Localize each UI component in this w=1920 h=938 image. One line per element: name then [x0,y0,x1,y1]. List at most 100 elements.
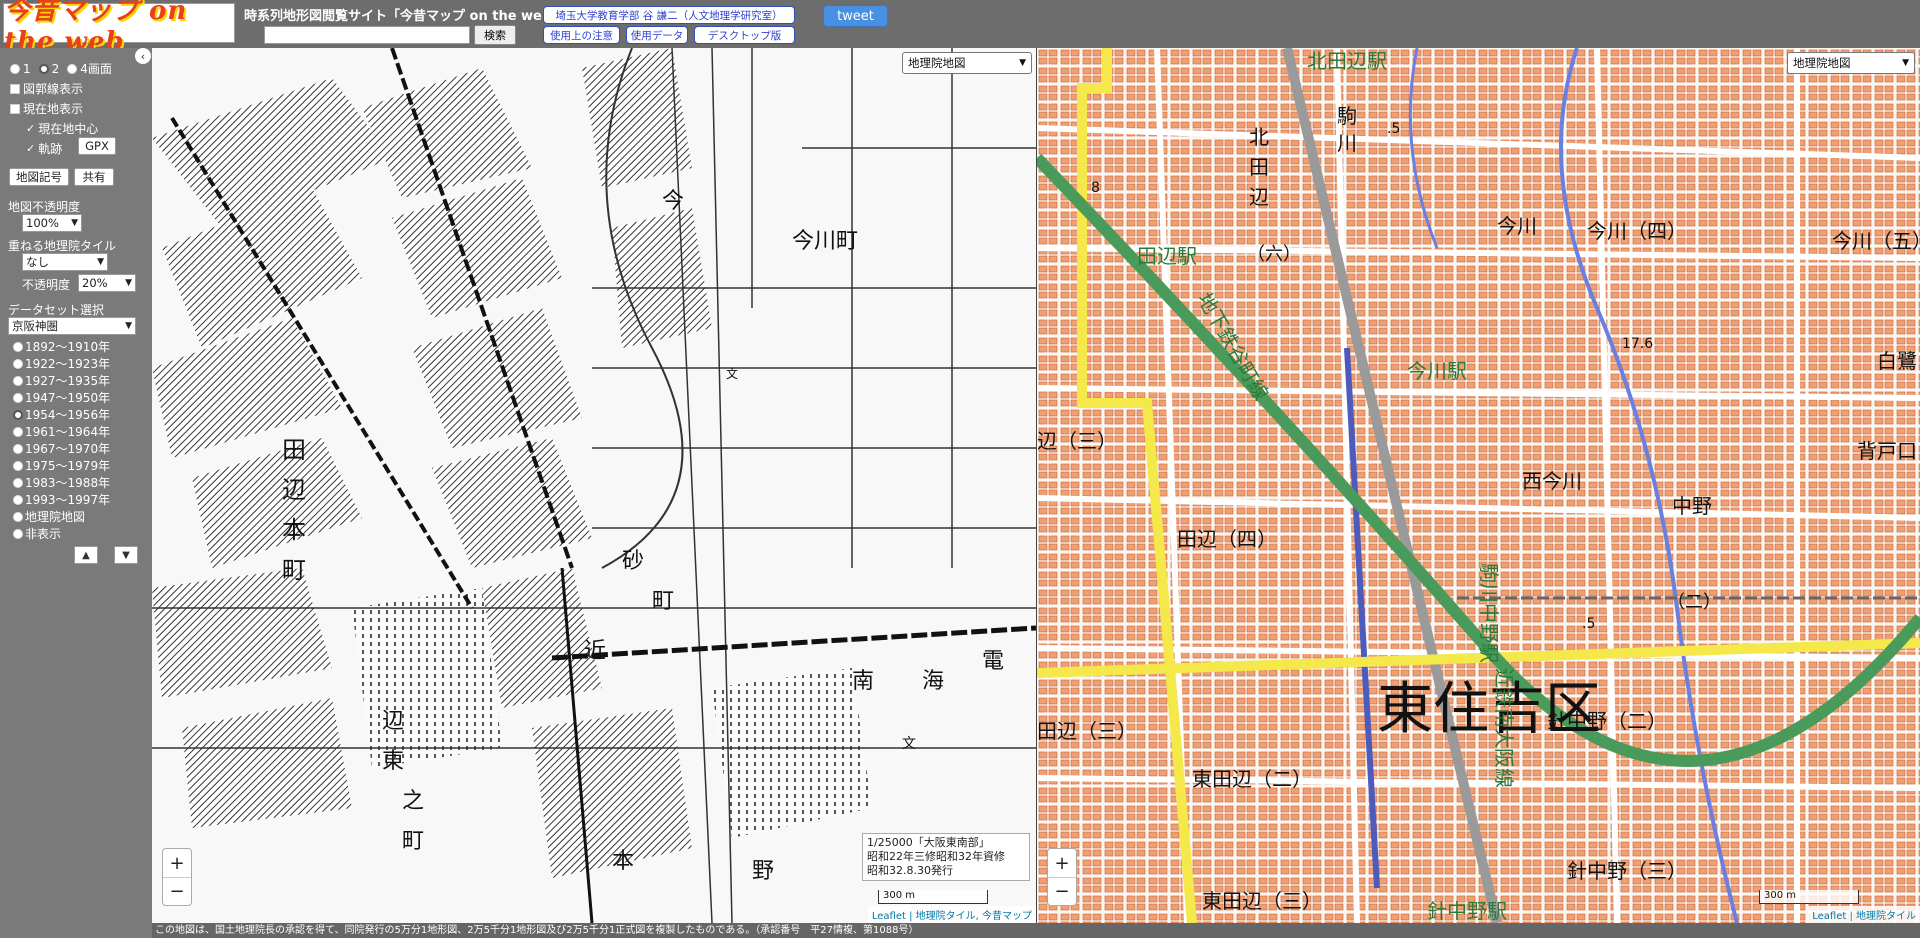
check-icon: ✓ [26,142,36,155]
map-info-revision: 昭和22年三修昭和32年資修 [867,850,1005,863]
notes-link[interactable]: 使用上の注意 [543,26,620,44]
dataset-label: データセット選択 [8,303,105,317]
overlay-select[interactable]: なし ▼ [22,253,108,271]
screen-radio-4[interactable] [67,63,78,74]
period-radio[interactable] [13,392,23,403]
old-map-layer-select[interactable]: 地理院地図 ▼ [902,52,1032,74]
period-up-button[interactable]: ▲ [74,546,98,564]
new-map-layer-select[interactable]: 地理院地図 ▼ [1787,52,1915,74]
opacity-select[interactable]: 100% ▼ [22,214,82,232]
period-option[interactable]: 1983～1988年 [13,474,110,491]
period-option[interactable]: 非表示 [13,525,61,542]
old-layer-value: 地理院地図 [908,56,966,70]
period-radio[interactable] [13,341,23,352]
label-nishi-imagawa: 西今川 [1522,469,1582,493]
zoom-out-button[interactable]: − [163,877,191,905]
author-link[interactable]: 埼玉大学教育学部 谷 謙二（人文地理学研究室） [543,6,795,24]
current-map-canvas[interactable]: 北田辺駅 駒 川 北 田 辺 （六） 田辺駅 地下鉄谷町線 今川駅 今川（四） … [1037,48,1920,923]
search-button[interactable]: 検索 [474,25,516,45]
track-toggle[interactable]: ✓ 軌跡 [26,140,62,157]
old-label-hon: 本 [282,516,306,544]
period-option[interactable]: 1975～1979年 [13,457,110,474]
gpx-button[interactable]: GPX [78,137,116,155]
center-toggle[interactable]: ✓ 現在地中心 [26,120,98,137]
share-button[interactable]: 共有 [74,168,114,186]
dataset-select[interactable]: 京阪神圏 ▼ [8,317,136,335]
old-label-kin: 近 [584,639,606,664]
desktop-link[interactable]: デスクトップ版 [694,26,795,44]
copyright-footer: この地図は、国土地理院長の承認を得て、同院発行の5万分1地形図、2万5千分1地形… [152,923,1920,938]
screen-radio-2[interactable] [38,63,49,74]
site-logo[interactable]: 今昔マップ on the web [3,0,235,57]
label-kita: 北 [1249,125,1269,149]
period-option[interactable]: 1947～1950年 [13,389,110,406]
current-map-pane[interactable]: 北田辺駅 駒 川 北 田 辺 （六） 田辺駅 地下鉄谷町線 今川駅 今川（四） … [1037,48,1920,923]
chevron-down-icon: ▼ [1019,58,1026,68]
border-checkbox[interactable] [10,83,20,94]
period-radio[interactable] [13,426,23,437]
overlay-opacity-select[interactable]: 20% ▼ [78,274,136,292]
period-option[interactable]: 1954～1956年 [13,406,110,423]
zoom-out-button[interactable]: − [1048,877,1076,905]
label-elevation-2: .5 [1387,121,1400,137]
new-layer-value: 地理院地図 [1793,56,1851,70]
old-label-suna: 砂 [622,549,644,574]
label-harinakano-station: 針中野駅 [1427,899,1507,923]
old-label-be2: 辺 [382,709,404,734]
label-komagawa-nakano: 駒川中野駅 [1477,563,1501,663]
period-radio[interactable] [13,477,23,488]
period-option[interactable]: 1993～1997年 [13,491,110,508]
period-option[interactable]: 地理院地図 [13,508,85,525]
period-option[interactable]: 1927～1935年 [13,372,110,389]
period-option[interactable]: 1892～1910年 [13,338,110,355]
period-radio[interactable] [13,528,23,539]
app: 今昔マップ on the web 時系列地形図閲覧サイト「今昔マップ on th… [0,0,1920,938]
period-radio[interactable] [13,409,23,420]
period-radio[interactable] [13,494,23,505]
label-tanabe-station: 田辺駅 [1137,244,1197,268]
zoom-in-button[interactable]: + [163,849,191,877]
period-option[interactable]: 1922～1923年 [13,355,110,372]
location-checkbox[interactable] [10,103,20,114]
old-map-attribution[interactable]: Leaflet | 地理院タイル, 今昔マップ [867,906,1036,923]
label-higashi-tanabe-3: 東田辺（三） [1202,889,1322,913]
old-label-nan: 南 [852,669,874,694]
old-label-den: 電 [982,649,1004,674]
screen-option-4: 4画面 [80,62,112,76]
period-radio[interactable] [13,358,23,369]
screen-radio-1[interactable] [10,63,20,74]
label-nakano-2: （二） [1667,592,1721,613]
data-link[interactable]: 使用データ [626,26,688,44]
new-map-attribution[interactable]: Leaflet | 地理院タイル [1808,906,1920,923]
historical-map-canvas[interactable]: 今 今川町 田 辺 本 町 砂 近 南 海 電 町 辺 東 之 町 本 野 文 … [152,48,1036,923]
label-shirasagi: 白鷺 [1877,349,1917,373]
period-radio[interactable] [13,460,23,471]
period-radio[interactable] [13,511,23,522]
zoom-in-button[interactable]: + [1048,849,1076,877]
border-toggle[interactable]: 図郭線表示 [10,80,83,97]
old-label-kai: 海 [922,669,944,694]
label-ta: 田 [1249,155,1269,179]
chevron-down-icon: ▼ [71,218,78,228]
period-down-button[interactable]: ▼ [114,546,138,564]
old-label-school2: 文 [902,736,916,752]
period-option[interactable]: 1961～1964年 [13,423,110,440]
period-label: 1961～1964年 [25,425,111,439]
chevron-down-icon: ▼ [125,278,132,288]
overlay-opacity-label: 不透明度 [22,278,71,292]
period-label: 地理院地図 [25,510,86,524]
collapse-sidebar-button[interactable]: ‹ [135,48,151,64]
historical-map-pane[interactable]: 今 今川町 田 辺 本 町 砂 近 南 海 電 町 辺 東 之 町 本 野 文 … [152,48,1036,923]
tweet-button[interactable]: tweet [823,5,888,27]
track-label: 軌跡 [38,142,63,156]
period-option[interactable]: 1967～1970年 [13,440,110,457]
period-radio[interactable] [13,375,23,386]
map-legend-button[interactable]: 地図記号 [9,168,69,186]
period-label: 1954～1956年 [25,408,111,422]
search-input[interactable] [264,26,470,44]
period-radio[interactable] [13,443,23,454]
new-map-scale-bar: 300 m [1759,890,1859,904]
location-toggle[interactable]: 現在地表示 [10,100,83,117]
old-label-no: 之 [402,789,424,814]
check-icon: ✓ [26,122,36,135]
